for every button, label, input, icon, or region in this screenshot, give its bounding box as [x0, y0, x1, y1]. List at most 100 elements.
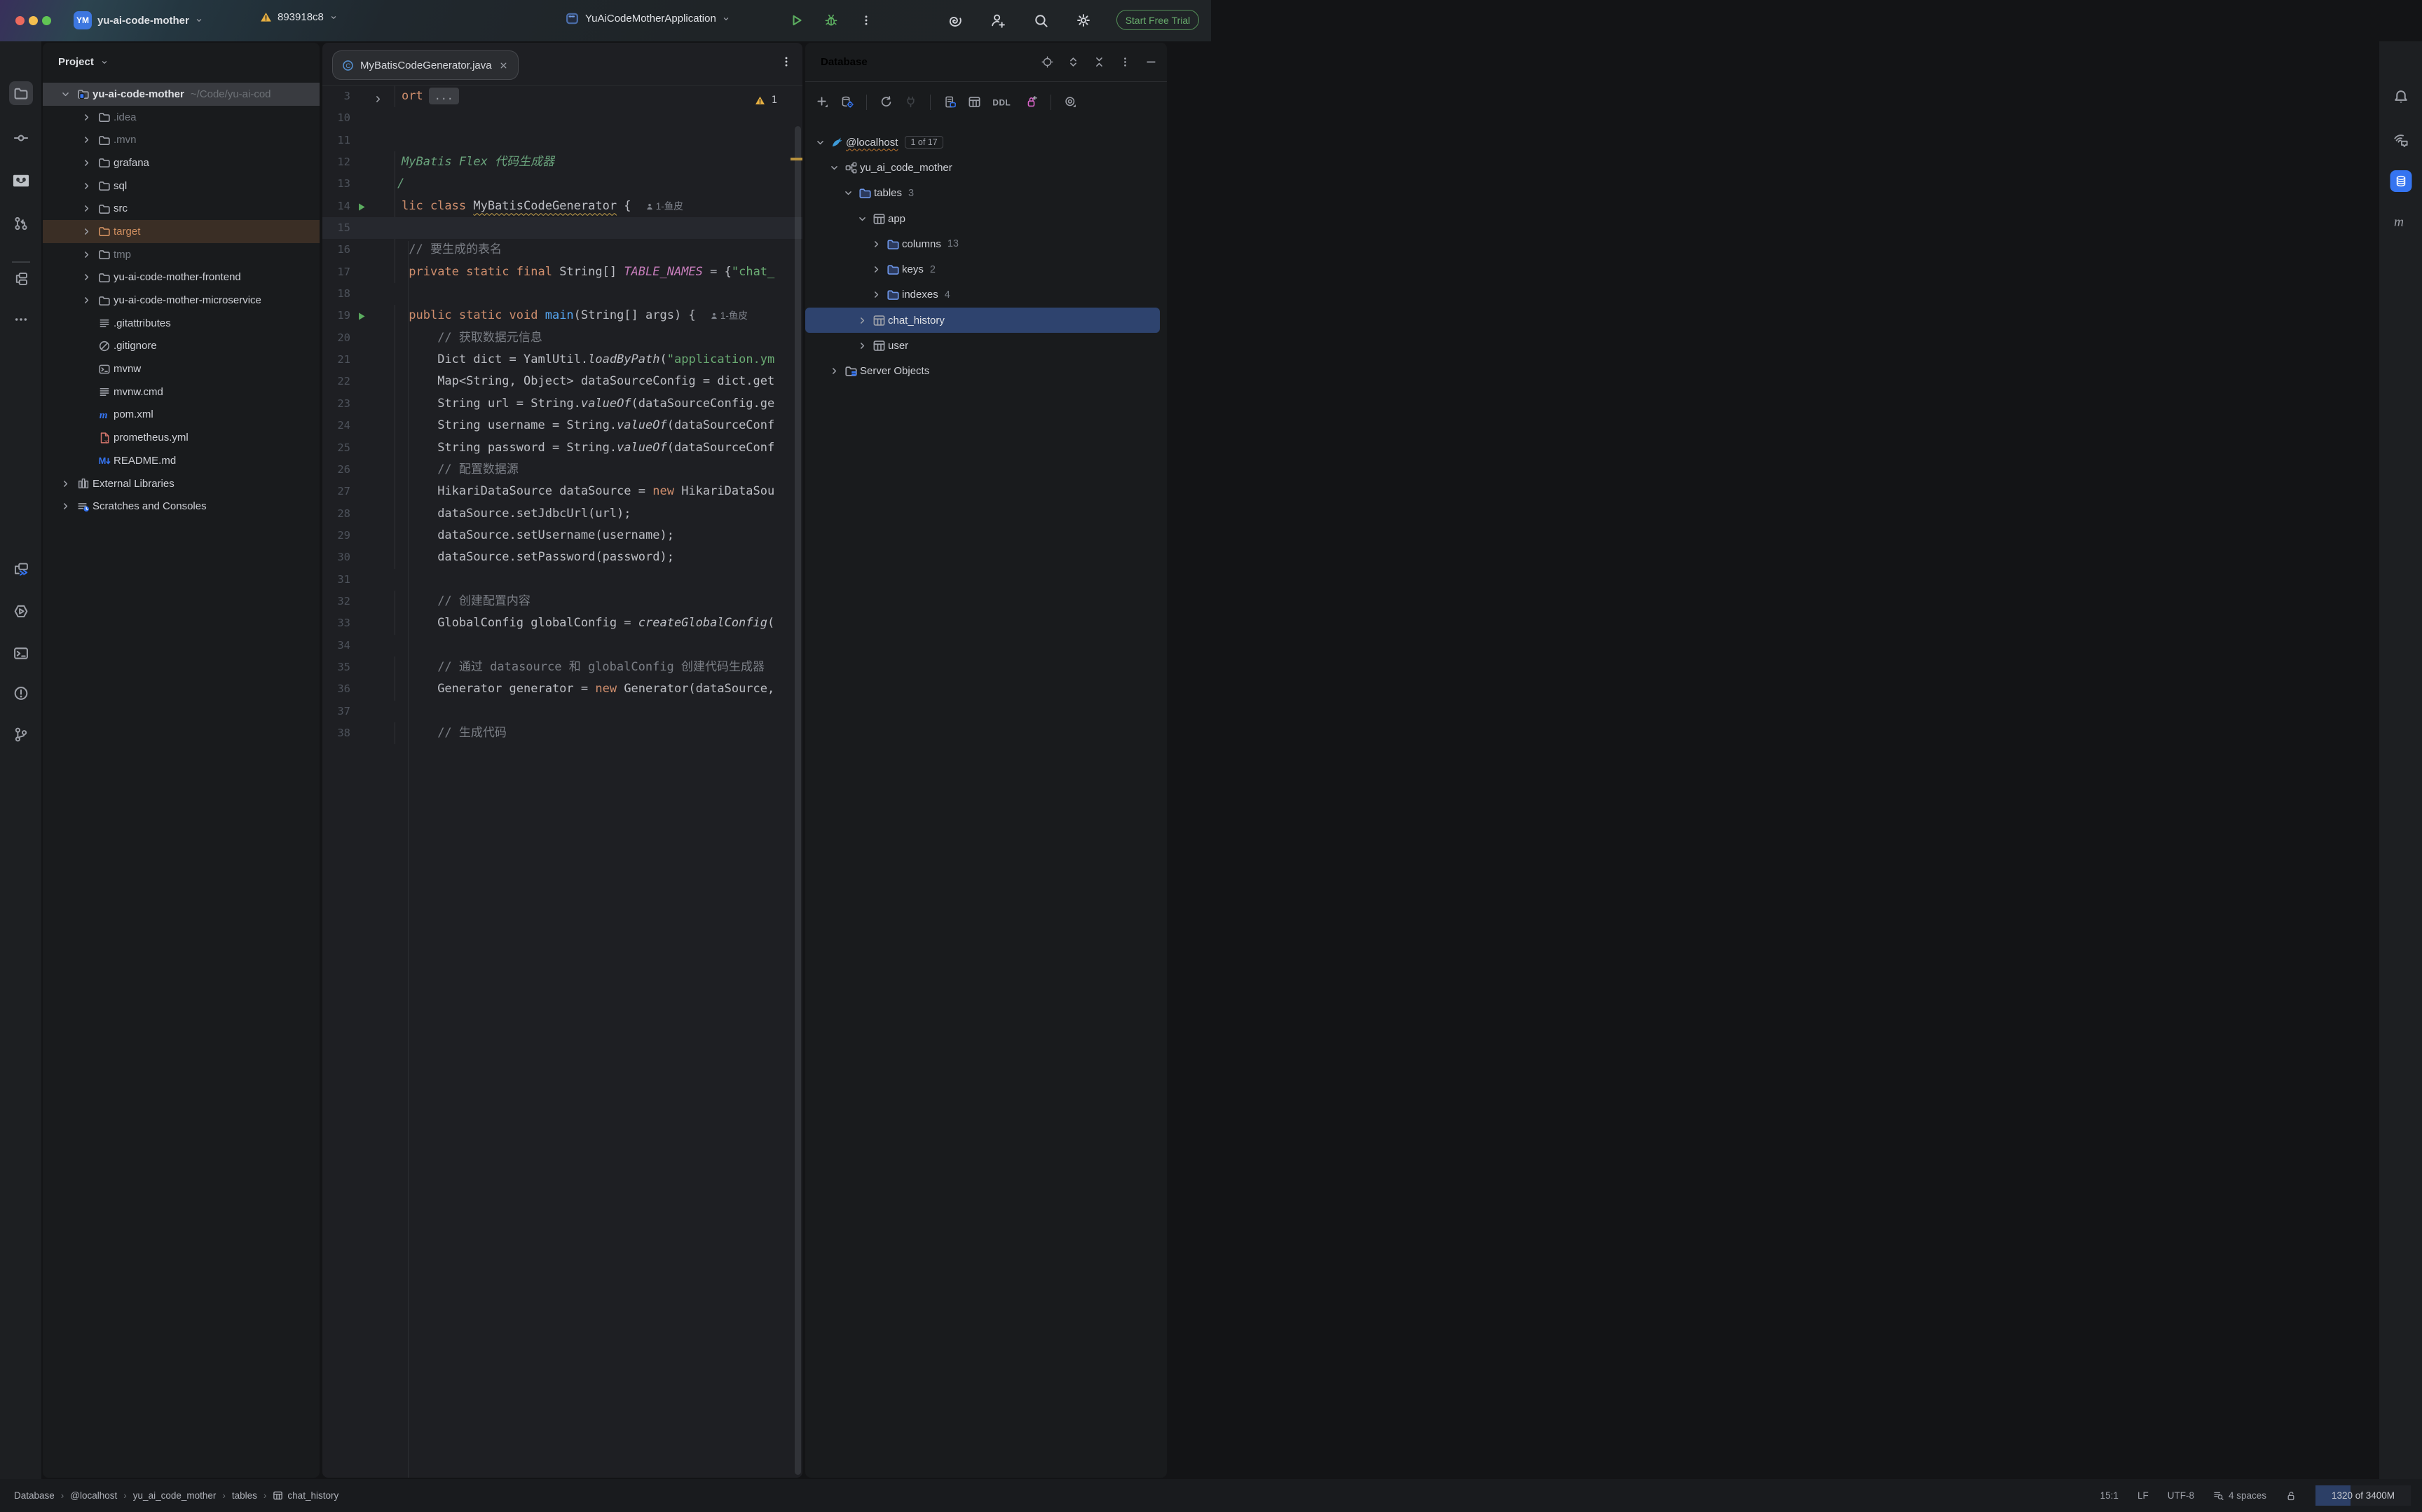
- tool-stripe-database-icon[interactable]: [2390, 170, 2411, 192]
- db-header-locate-icon[interactable]: [1041, 56, 1053, 68]
- project-tree-item[interactable]: grafana: [43, 151, 320, 174]
- tree-chevron-icon[interactable]: [78, 295, 95, 305]
- db-toolbar-disconnect-icon[interactable]: [904, 95, 917, 109]
- tool-stripe-plugin-duck-icon[interactable]: [12, 172, 30, 190]
- settings-gear-icon[interactable]: [1075, 12, 1092, 29]
- database-tree-item[interactable]: chat_history: [805, 308, 1160, 333]
- minimize-window-button[interactable]: [29, 16, 38, 25]
- project-tree-item[interactable]: External Libraries: [43, 472, 320, 495]
- more-actions-kebab-icon[interactable]: [858, 12, 875, 29]
- project-widget[interactable]: YM yu-ai-code-mother: [74, 11, 203, 29]
- line-separator-widget[interactable]: LF: [2137, 1490, 2149, 1501]
- database-tree-item[interactable]: yu_ai_code_mother: [805, 155, 1167, 180]
- project-panel-header[interactable]: Project: [43, 43, 320, 81]
- code-line[interactable]: 16 // 要生成的表名: [322, 239, 802, 261]
- code-line[interactable]: 33 GlobalConfig globalConfig = createGlo…: [322, 612, 802, 634]
- tool-stripe-git-branch-icon[interactable]: [13, 727, 29, 743]
- tree-chevron-icon[interactable]: [868, 289, 884, 300]
- run-button[interactable]: [788, 12, 805, 29]
- tree-chevron-icon[interactable]: [854, 341, 870, 351]
- database-tree-item[interactable]: @localhost1 of 17: [805, 130, 1167, 155]
- breadcrumb-item[interactable]: Database: [14, 1490, 55, 1501]
- database-tree-item[interactable]: tables3: [805, 181, 1167, 206]
- db-toolbar-new-datasource-icon[interactable]: [816, 95, 829, 109]
- code-line[interactable]: 29 dataSource.setUsername(username);: [322, 525, 802, 547]
- database-tree-item[interactable]: columns13: [805, 231, 1167, 256]
- code-editor[interactable]: 3ort...101112MyBatis Flex 代码生成器13/14lic …: [322, 85, 802, 1478]
- project-tree-item[interactable]: sql: [43, 174, 320, 198]
- db-toolbar-query-console-icon[interactable]: [943, 95, 957, 109]
- db-toolbar-view-options-icon[interactable]: [1064, 95, 1077, 109]
- db-header-hide-icon[interactable]: [1145, 56, 1157, 68]
- code-line[interactable]: 18: [322, 283, 802, 305]
- tree-chevron-icon[interactable]: [78, 203, 95, 214]
- project-tree-item[interactable]: Scratches and Consoles: [43, 495, 320, 518]
- project-tree-item[interactable]: .idea: [43, 106, 320, 129]
- tool-stripe-remote-dev-icon[interactable]: [13, 562, 29, 578]
- editor-tab[interactable]: C MyBatisCodeGenerator.java: [332, 50, 519, 80]
- db-header-kebab-icon[interactable]: [1119, 56, 1131, 68]
- code-line[interactable]: 11: [322, 130, 802, 151]
- tool-stripe-ai-assistant-chat-icon[interactable]: [2393, 132, 2409, 149]
- tree-chevron-icon[interactable]: [826, 366, 842, 376]
- memory-indicator[interactable]: 1320 of 3400M: [2315, 1485, 2411, 1506]
- db-toolbar-readonly-toggle-icon[interactable]: [1025, 95, 1038, 109]
- project-tree-item[interactable]: mpom.xml: [43, 404, 320, 427]
- lock-open-icon[interactable]: [2285, 1490, 2297, 1501]
- code-line[interactable]: 21 Dict dict = YamlUtil.loadByPath("appl…: [322, 349, 802, 371]
- db-header-expand-all-icon[interactable]: [1067, 56, 1079, 68]
- code-line[interactable]: 27 HikariDataSource dataSource = new Hik…: [322, 481, 802, 502]
- code-line[interactable]: 15: [322, 217, 802, 239]
- code-line[interactable]: 23 String url = String.valueOf(dataSourc…: [322, 393, 802, 415]
- project-tree-item[interactable]: yu-ai-code-mother-frontend: [43, 266, 320, 289]
- tree-chevron-icon[interactable]: [868, 239, 884, 249]
- add-user-icon[interactable]: [990, 12, 1006, 29]
- code-line[interactable]: 34: [322, 635, 802, 657]
- close-window-button[interactable]: [15, 16, 25, 25]
- database-tree-item[interactable]: app: [805, 206, 1167, 231]
- tree-chevron-icon[interactable]: [854, 315, 870, 326]
- db-toolbar-table-view-icon[interactable]: [968, 95, 981, 109]
- encoding-widget[interactable]: UTF-8: [2168, 1490, 2194, 1501]
- tool-stripe-services-icon[interactable]: [13, 603, 29, 619]
- breadcrumb-item[interactable]: tables: [232, 1490, 257, 1501]
- code-line[interactable]: 36 Generator generator = new Generator(d…: [322, 678, 802, 700]
- editor-scrollbar[interactable]: [795, 126, 801, 1475]
- code-line[interactable]: 24 String username = String.valueOf(data…: [322, 415, 802, 437]
- tool-stripe-structure-icon[interactable]: [13, 271, 29, 287]
- warning-scroll-marker[interactable]: [791, 158, 802, 160]
- tree-chevron-icon[interactable]: [840, 188, 856, 198]
- tool-stripe-more-dots-icon[interactable]: [13, 312, 29, 327]
- code-line[interactable]: 28 dataSource.setJdbcUrl(url);: [322, 503, 802, 525]
- breadcrumb-item[interactable]: @localhost: [70, 1490, 117, 1501]
- tree-chevron-icon[interactable]: [78, 272, 95, 282]
- close-tab-icon[interactable]: [498, 60, 509, 71]
- db-toolbar-ddl-icon[interactable]: DDL: [992, 96, 1013, 109]
- code-line[interactable]: 17 private static final String[] TABLE_N…: [322, 261, 802, 283]
- tree-chevron-icon[interactable]: [57, 479, 74, 489]
- indent-widget[interactable]: 4 spaces: [2213, 1490, 2266, 1501]
- db-toolbar-refresh-icon[interactable]: [880, 95, 893, 109]
- project-tree-item[interactable]: Yprometheus.yml: [43, 426, 320, 449]
- start-free-trial-button[interactable]: Start Free Trial: [1116, 10, 1199, 30]
- ai-spiral-icon[interactable]: [946, 12, 963, 29]
- code-line[interactable]: 10: [322, 107, 802, 129]
- breadcrumb-item[interactable]: yu_ai_code_mother: [133, 1490, 217, 1501]
- project-tree-item[interactable]: MREADME.md: [43, 449, 320, 472]
- project-tree-item[interactable]: yu-ai-code-mother-microservice: [43, 289, 320, 312]
- db-header-collapse-all-icon[interactable]: [1093, 56, 1105, 68]
- tree-chevron-icon[interactable]: [57, 501, 74, 511]
- vcs-widget[interactable]: 893918c8: [260, 11, 338, 23]
- zoom-window-button[interactable]: [42, 16, 51, 25]
- inspections-widget[interactable]: 1: [755, 95, 790, 106]
- code-line[interactable]: 13/: [322, 173, 802, 195]
- tree-chevron-icon[interactable]: [78, 135, 95, 145]
- project-tree-item[interactable]: tmp: [43, 243, 320, 266]
- tool-stripe-notifications-bell-icon[interactable]: [2393, 89, 2409, 105]
- code-line[interactable]: 19 public static void main(String[] args…: [322, 305, 802, 327]
- tool-stripe-pull-request-icon[interactable]: [13, 216, 29, 231]
- code-line[interactable]: 22 Map<String, Object> dataSourceConfig …: [322, 371, 802, 392]
- caret-position-widget[interactable]: 15:1: [2100, 1490, 2119, 1501]
- project-tree-item[interactable]: mvnw.cmd: [43, 380, 320, 404]
- tree-chevron-icon[interactable]: [854, 214, 870, 224]
